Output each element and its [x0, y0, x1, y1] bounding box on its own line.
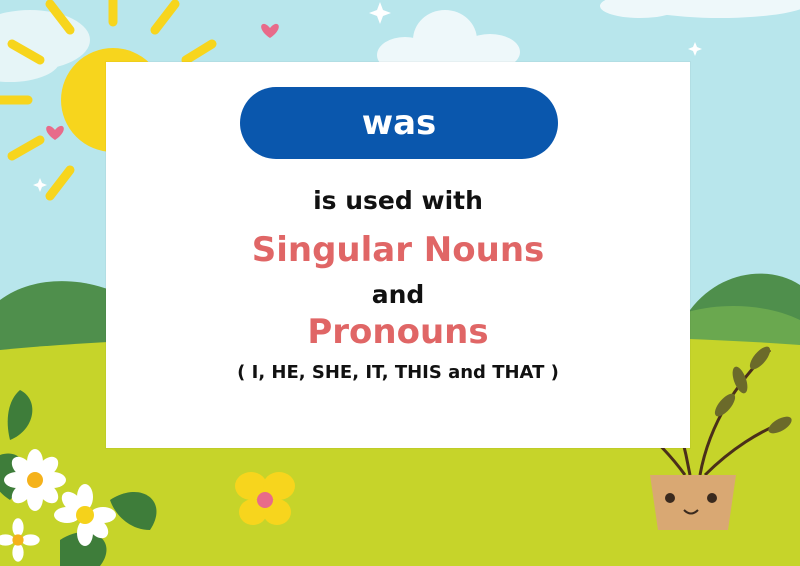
yellow-flower	[235, 472, 295, 525]
pronoun-list-text: ( I, HE, SHE, IT, THIS and THAT )	[237, 362, 559, 383]
badge-text: was	[361, 103, 437, 143]
cloud-top-right	[600, 0, 800, 18]
content-card: was is used with Singular Nouns and Pron…	[106, 62, 690, 448]
singular-nouns-text: Singular Nouns	[251, 230, 545, 270]
and-text: and	[371, 280, 425, 309]
usage-text: is used with	[313, 186, 483, 215]
word-badge: was	[240, 87, 558, 159]
pronouns-text: Pronouns	[307, 312, 489, 352]
